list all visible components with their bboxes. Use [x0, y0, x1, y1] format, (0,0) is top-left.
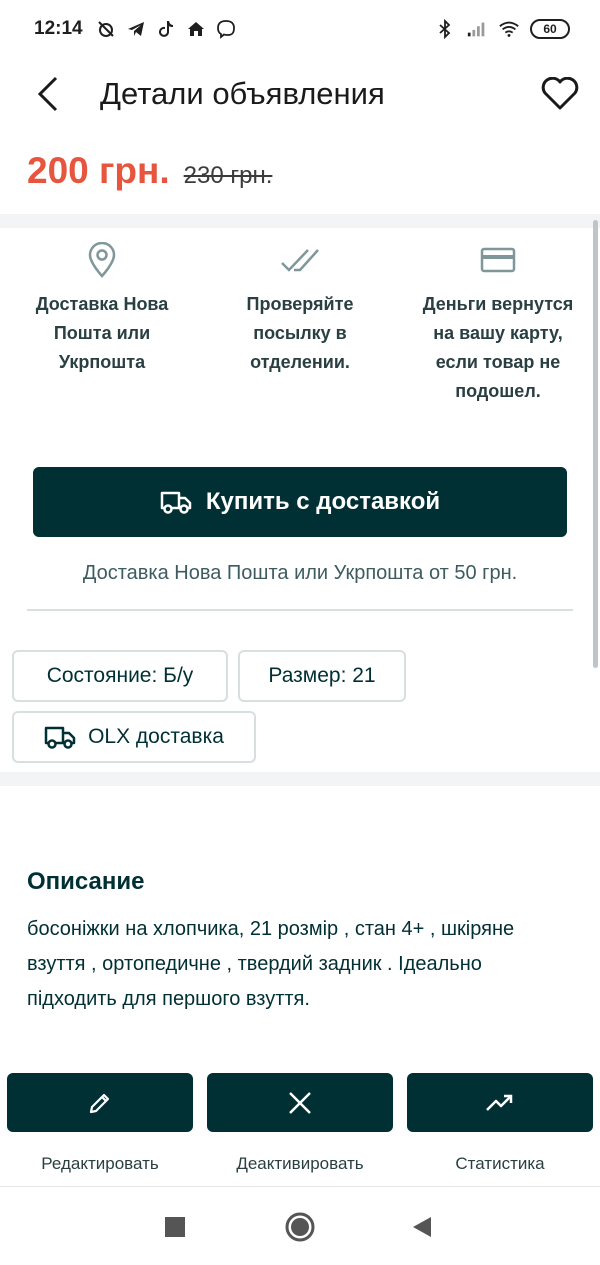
scrollbar[interactable] — [593, 220, 598, 668]
delivery-note: Доставка Нова Пошта или Укрпошта от 50 г… — [82, 562, 518, 584]
price-row: 200 грн. 230 грн. — [27, 150, 272, 192]
recents-button[interactable] — [155, 1207, 195, 1247]
signal-icon — [466, 18, 488, 40]
battery-indicator: 60 — [530, 19, 570, 39]
old-price: 230 грн. — [183, 162, 273, 189]
status-time: 12:14 — [34, 18, 83, 39]
statistics-label[interactable]: Статистика — [407, 1154, 593, 1174]
feature-text: Деньги вернутся на вашу карту, если това… — [422, 294, 574, 401]
home-icon — [185, 18, 207, 40]
delivery-features: Доставка Нова Пошта или Укрпошта Проверя… — [0, 230, 600, 440]
tiktok-icon — [155, 18, 177, 40]
deactivate-label[interactable]: Деактивировать — [207, 1154, 393, 1174]
statistics-button[interactable] — [407, 1073, 593, 1132]
buy-button-label: Купить с доставкой — [205, 488, 441, 515]
wifi-icon — [498, 18, 520, 40]
feature-text: Доставка Нова Пошта или Укрпошта — [35, 294, 169, 372]
square-icon — [165, 1217, 185, 1237]
edit-label[interactable]: Редактировать — [7, 1154, 193, 1174]
page-title: Детали объявления — [100, 76, 385, 111]
deactivate-button[interactable] — [207, 1073, 393, 1132]
telegram-icon — [125, 18, 147, 40]
pencil-icon — [89, 1093, 110, 1113]
feature-check: Проверяйте посылку в отделении. — [215, 230, 385, 377]
truck-icon — [160, 491, 192, 514]
heart-icon — [541, 77, 579, 110]
status-bar: 12:14 60 — [0, 0, 600, 58]
feature-text: Проверяйте посылку в отделении. — [246, 294, 354, 372]
feature-refund: Деньги вернутся на вашу карту, если това… — [413, 230, 583, 406]
card-icon — [413, 230, 583, 290]
triangle-back-icon — [413, 1217, 431, 1237]
viber-icon — [215, 18, 237, 40]
buy-with-delivery-button[interactable]: Купить с доставкой — [33, 467, 567, 537]
app-header: Детали объявления — [0, 58, 600, 130]
chevron-left-icon — [37, 76, 58, 112]
condition-chip: Состояние: Б/у — [12, 650, 228, 702]
current-price: 200 грн. — [27, 150, 170, 191]
section-divider — [0, 214, 600, 228]
muted-alarm-icon — [95, 18, 117, 40]
circle-icon — [285, 1212, 315, 1242]
favorite-button[interactable] — [540, 74, 580, 114]
back-button[interactable] — [30, 74, 66, 114]
edit-button[interactable] — [7, 1073, 193, 1132]
description-text: босоніжки на хлопчика, 21 розмір , стан … — [27, 918, 515, 1010]
back-nav-button[interactable] — [402, 1207, 442, 1247]
system-nav-bar — [0, 1186, 600, 1265]
location-pin-icon — [17, 230, 187, 290]
condition-label: Состояние: Б/у — [46, 664, 194, 687]
close-icon — [289, 1091, 311, 1114]
feature-delivery: Доставка Нова Пошта или Укрпошта — [17, 230, 187, 377]
size-chip: Размер: 21 — [238, 650, 406, 702]
section-divider — [0, 772, 600, 786]
size-label: Размер: 21 — [268, 664, 376, 687]
divider — [27, 609, 573, 611]
double-check-icon — [215, 230, 385, 290]
olx-delivery-label: OLX доставка — [88, 725, 224, 748]
owner-action-bar: Редактировать Деактивировать Статистика — [0, 1060, 600, 1186]
trending-up-icon — [486, 1094, 513, 1111]
olx-delivery-chip: OLX доставка — [12, 711, 256, 763]
home-button[interactable] — [280, 1207, 320, 1247]
truck-icon — [44, 726, 76, 749]
bluetooth-icon — [434, 18, 456, 40]
description-title: Описание — [27, 868, 145, 895]
